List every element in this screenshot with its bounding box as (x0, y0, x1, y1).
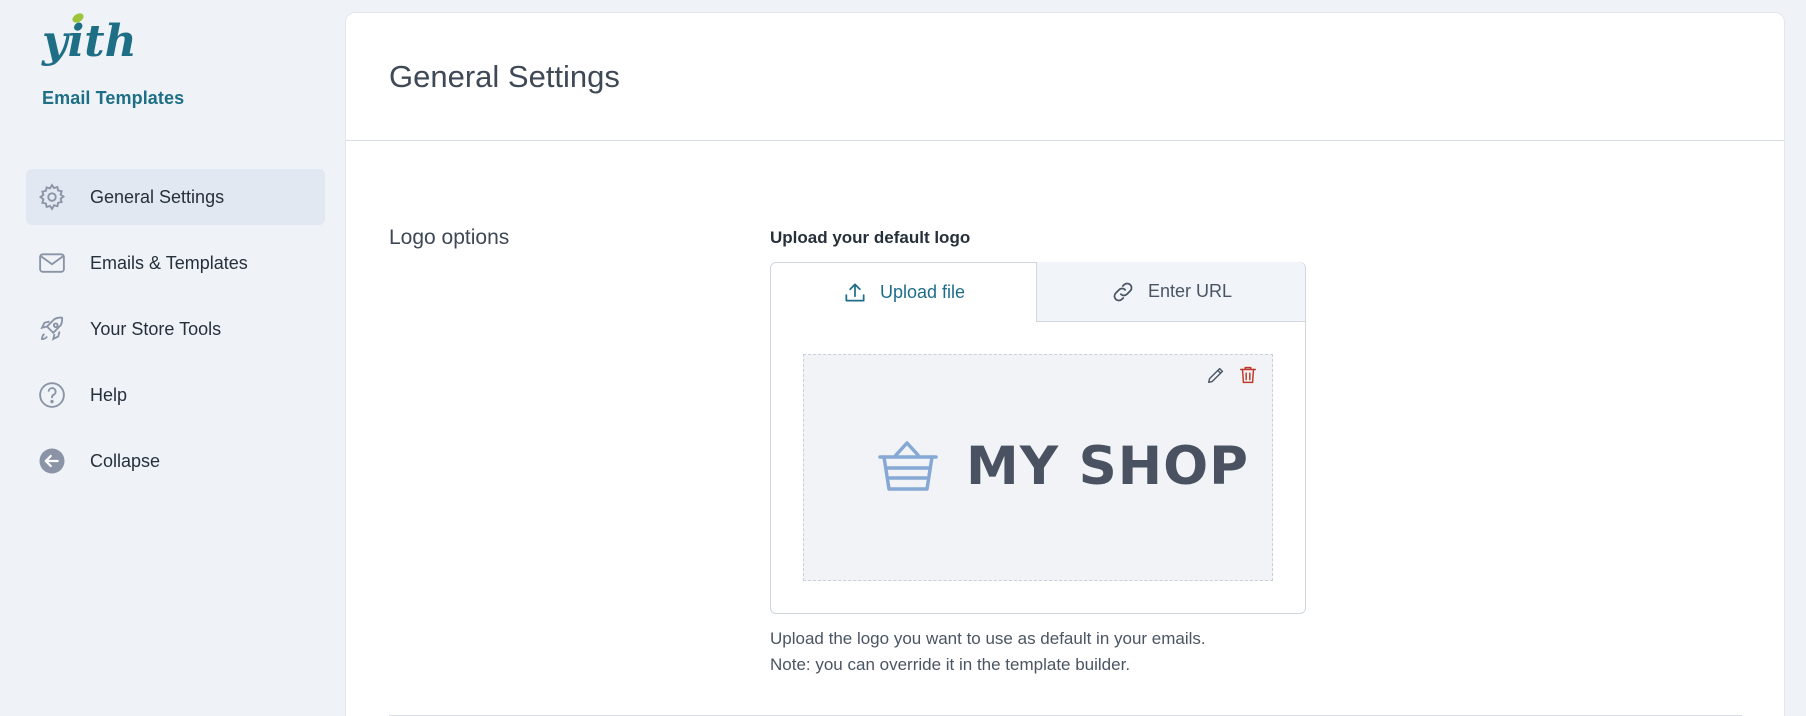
field-label: Upload your default logo (770, 228, 971, 247)
sidebar-item-collapse[interactable]: Collapse (26, 433, 325, 489)
tab-label: Upload file (879, 282, 966, 302)
field-help: Upload the logo you want to use as defau… (770, 626, 1306, 678)
sidebar-item-general-settings[interactable]: General Settings (26, 169, 325, 225)
sidebar-item-help[interactable]: Help (26, 367, 325, 423)
arrow-left-circle-icon (36, 445, 68, 477)
help-line: Note: you can override it in the templat… (770, 655, 1131, 674)
edit-logo-button[interactable] (1204, 363, 1228, 387)
upload-tabs: Upload file Enter URL (771, 262, 1305, 322)
shop-logo: MY SHOP (876, 435, 1249, 497)
section-title: Logo options (389, 226, 510, 249)
logo-preview: MY SHOP (803, 354, 1273, 581)
sidebar-nav: General Settings Emails & Templates Your… (26, 169, 325, 499)
sidebar-item-label: Your Store Tools (90, 318, 222, 339)
preview-actions (1204, 363, 1260, 387)
sidebar-item-label: Collapse (90, 450, 161, 471)
tab-enter-url[interactable]: Enter URL (1036, 262, 1305, 322)
svg-text:yith: yith (41, 16, 137, 67)
sidebar: yith Email Templates General Settings Em… (0, 0, 345, 716)
link-icon (1113, 282, 1133, 301)
main-panel: General Settings Logo options Upload you… (345, 12, 1785, 716)
delete-logo-button[interactable] (1236, 363, 1260, 387)
logo-upload-field: Upload your default logo Upload file Ent… (770, 228, 1306, 678)
sidebar-item-label: General Settings (90, 186, 225, 207)
sidebar-item-emails-templates[interactable]: Emails & Templates (26, 235, 325, 291)
yith-logo-icon: yith (41, 13, 137, 67)
question-circle-icon (36, 379, 68, 411)
upload-icon (845, 282, 865, 301)
rocket-icon (36, 313, 68, 345)
gear-icon (36, 181, 68, 213)
tab-upload-file[interactable]: Upload file (771, 263, 1036, 322)
page-header: General Settings (346, 13, 1784, 141)
shop-name: MY SHOP (966, 435, 1249, 497)
trash-icon (1239, 366, 1257, 384)
basket-icon (878, 441, 938, 491)
sidebar-item-store-tools[interactable]: Your Store Tools (26, 301, 325, 357)
tab-label: Enter URL (1147, 281, 1233, 301)
brand-logo: yith (40, 10, 140, 74)
sidebar-item-label: Help (90, 384, 128, 405)
app-window: yith Email Templates General Settings Em… (0, 0, 1806, 716)
upload-box: Upload file Enter URL MY SHOP (770, 262, 1306, 614)
page-title: General Settings (389, 59, 620, 94)
envelope-icon (36, 247, 68, 279)
product-name: Email Templates (42, 88, 185, 108)
sidebar-item-label: Emails & Templates (90, 252, 248, 273)
pencil-icon (1207, 367, 1224, 384)
help-line: Upload the logo you want to use as defau… (770, 629, 1206, 648)
